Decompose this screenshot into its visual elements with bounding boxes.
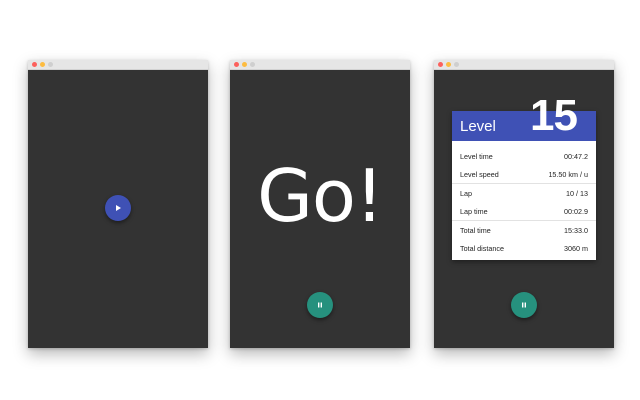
- countdown-window: Go!: [230, 60, 410, 348]
- stat-row: Level speed 15.50 km / u: [452, 165, 596, 183]
- window-titlebar: [230, 60, 410, 70]
- stat-value: 00:47.2: [564, 152, 588, 161]
- play-button[interactable]: [105, 195, 131, 221]
- stat-value: 3060 m: [564, 244, 588, 253]
- pause-icon: [520, 301, 528, 309]
- stat-value: 15:33.0: [564, 226, 588, 235]
- start-window: [28, 60, 208, 348]
- minimize-window-button[interactable]: [242, 62, 247, 67]
- stat-label: Total distance: [460, 244, 504, 253]
- close-window-button[interactable]: [438, 62, 443, 67]
- close-window-button[interactable]: [32, 62, 37, 67]
- zoom-window-button[interactable]: [48, 62, 53, 67]
- stat-row: Lap 10 / 13: [452, 184, 596, 202]
- stat-label: Level time: [460, 152, 493, 161]
- level-stats-window: Level Level time 00:47.2 Level speed 15.…: [434, 60, 614, 348]
- stat-row: Total time 15:33.0: [452, 221, 596, 239]
- stat-row: Total distance 3060 m: [452, 239, 596, 257]
- level-title: Level: [460, 118, 496, 135]
- stat-label: Level speed: [460, 170, 499, 179]
- stats-list: Level time 00:47.2 Level speed 15.50 km …: [452, 147, 596, 257]
- stat-row: Level time 00:47.2: [452, 147, 596, 165]
- stat-label: Lap: [460, 189, 472, 198]
- pause-button[interactable]: [307, 292, 333, 318]
- stat-label: Lap time: [460, 207, 488, 216]
- stat-value: 15.50 km / u: [548, 170, 588, 179]
- window-titlebar: [28, 60, 208, 70]
- minimize-window-button[interactable]: [40, 62, 45, 67]
- go-headline: Go!: [257, 154, 384, 238]
- close-window-button[interactable]: [234, 62, 239, 67]
- zoom-window-button[interactable]: [250, 62, 255, 67]
- stat-value: 00:02.9: [564, 207, 588, 216]
- level-number: 15: [530, 91, 578, 140]
- pause-button[interactable]: [511, 292, 537, 318]
- stat-value: 10 / 13: [566, 189, 588, 198]
- zoom-window-button[interactable]: [454, 62, 459, 67]
- window-titlebar: [434, 60, 614, 70]
- minimize-window-button[interactable]: [446, 62, 451, 67]
- play-icon: [114, 204, 122, 212]
- stat-row: Lap time 00:02.9: [452, 202, 596, 220]
- pause-icon: [316, 301, 324, 309]
- stat-label: Total time: [460, 226, 491, 235]
